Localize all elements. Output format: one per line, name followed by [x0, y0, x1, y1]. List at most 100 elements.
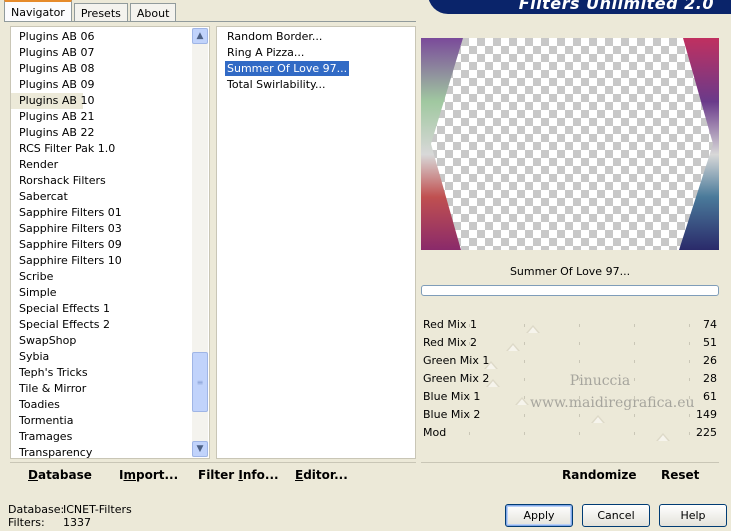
slider-tick: [579, 342, 580, 345]
category-item[interactable]: Teph's Tricks: [11, 365, 193, 381]
slider-track[interactable]: [469, 414, 690, 423]
slider-tick: [524, 342, 525, 345]
slider-tick: [634, 342, 635, 345]
app-title: Filters Unlimited 2.0: [518, 0, 714, 13]
slider-tick: [579, 432, 580, 435]
category-item[interactable]: Sapphire Filters 01: [11, 205, 193, 221]
randomize-button[interactable]: Randomize: [562, 466, 636, 484]
category-item[interactable]: Sapphire Filters 09: [11, 237, 193, 253]
slider-tick: [469, 432, 470, 435]
filter-item[interactable]: Random Border...: [217, 29, 349, 45]
slider-track[interactable]: [469, 324, 690, 333]
slider-track[interactable]: [469, 396, 690, 405]
slider-tick: [634, 324, 635, 327]
slider-row: Green Mix 2 28: [421, 370, 719, 388]
slider-tick: [689, 396, 690, 399]
scroll-thumb[interactable]: ≡: [192, 352, 208, 412]
category-item[interactable]: Plugins AB 06: [11, 29, 193, 45]
slider-tick: [469, 342, 470, 345]
category-item[interactable]: Simple: [11, 285, 193, 301]
left-toolbar: Database Import... Filter Info... Editor…: [10, 462, 416, 486]
tab-divider: [4, 21, 416, 22]
slider-thumb[interactable]: [484, 361, 499, 369]
slider-value: 51: [703, 336, 717, 349]
import-label: port...: [135, 468, 179, 482]
slider-tick: [469, 378, 470, 381]
progress-bar: [421, 285, 719, 296]
database-status-label: Database:: [8, 503, 65, 516]
category-item[interactable]: Rorshack Filters: [11, 173, 193, 189]
database-button[interactable]: Database: [28, 466, 92, 484]
tab-about[interactable]: About: [129, 3, 177, 22]
category-item[interactable]: Plugins AB 21: [11, 109, 193, 125]
preview-filter-name: Summer Of Love 97...: [509, 265, 631, 278]
category-item[interactable]: Transparency: [11, 445, 193, 458]
filter-info-button[interactable]: Filter Info...: [198, 466, 279, 484]
tab-presets[interactable]: Presets: [73, 3, 128, 22]
category-item[interactable]: Scribe: [11, 269, 193, 285]
category-item[interactable]: Render: [11, 157, 193, 173]
help-button[interactable]: Help: [659, 504, 727, 527]
category-item[interactable]: SwapShop: [11, 333, 193, 349]
category-item[interactable]: Tormentia: [11, 413, 193, 429]
slider-track[interactable]: [469, 342, 690, 351]
category-scrollbar[interactable]: ▲ ≡ ▼: [192, 28, 208, 457]
category-item[interactable]: Tile & Mirror: [11, 381, 193, 397]
slider-value: 149: [696, 408, 717, 421]
slider-tick: [524, 414, 525, 417]
slider-row: Mod 225: [421, 424, 719, 442]
editor-accel: E: [295, 468, 304, 482]
slider-thumb[interactable]: [656, 433, 671, 441]
slider-tick: [689, 342, 690, 345]
slider-track[interactable]: [469, 360, 690, 369]
slider-track[interactable]: [469, 378, 690, 387]
category-item[interactable]: Plugins AB 09: [11, 77, 193, 93]
slider-value: 225: [696, 426, 717, 439]
filter-item[interactable]: Summer Of Love 97...: [217, 61, 350, 77]
category-list[interactable]: Plugins AB 06 Plugins AB 07 Plugins AB 08 P…: [10, 26, 210, 459]
slider-thumb[interactable]: [514, 397, 529, 405]
arrow-down-icon: ▼: [196, 444, 204, 454]
filter-list[interactable]: Random Border... Ring A Pizza... Summer Of…: [216, 26, 416, 459]
filter-item[interactable]: Total Swirlability...: [217, 77, 349, 93]
slider-track[interactable]: [469, 432, 690, 441]
tab-navigator[interactable]: Navigator: [4, 0, 72, 22]
slider-row: Red Mix 1 74: [421, 316, 719, 334]
category-item[interactable]: Sybia: [11, 349, 193, 365]
slider-tick: [634, 414, 635, 417]
category-item[interactable]: Plugins AB 07: [11, 45, 193, 61]
category-item[interactable]: Sabercat: [11, 189, 193, 205]
slider-tick: [689, 360, 690, 363]
slider-thumb[interactable]: [590, 415, 605, 423]
category-item[interactable]: RCS Filter Pak 1.0: [11, 141, 193, 157]
slider-tick: [579, 396, 580, 399]
slider-thumb[interactable]: [486, 379, 501, 387]
slider-thumb[interactable]: [506, 343, 520, 351]
category-item[interactable]: Special Effects 2: [11, 317, 193, 333]
status-area: Database:ICNET-Filters Filters: 1337: [8, 503, 132, 529]
category-item[interactable]: Tramages: [11, 429, 193, 445]
right-toolbar: Randomize Reset: [421, 462, 719, 486]
category-item[interactable]: Plugins AB 08: [11, 61, 193, 77]
filter-info-label: nfo...: [242, 468, 279, 482]
slider-tick: [469, 324, 470, 327]
filter-item-label: Random Border...: [227, 30, 323, 43]
import-button[interactable]: Import...: [119, 466, 178, 484]
apply-button[interactable]: Apply: [505, 504, 573, 527]
category-item[interactable]: Plugins AB 10: [11, 93, 94, 109]
reset-button[interactable]: Reset: [661, 466, 699, 484]
category-item[interactable]: Sapphire Filters 10: [11, 253, 193, 269]
database-label: atabase: [37, 468, 92, 482]
category-item[interactable]: Toadies: [11, 397, 193, 413]
slider-row: Red Mix 2 51: [421, 334, 719, 352]
editor-button[interactable]: Editor...: [295, 466, 348, 484]
category-item[interactable]: Plugins AB 22: [11, 125, 193, 141]
filter-item[interactable]: Ring A Pizza...: [217, 45, 349, 61]
scroll-down-button[interactable]: ▼: [192, 441, 208, 457]
slider-tick: [524, 360, 525, 363]
cancel-button[interactable]: Cancel: [582, 504, 650, 527]
category-item[interactable]: Special Effects 1: [11, 301, 193, 317]
slider-thumb[interactable]: [525, 325, 540, 333]
scroll-up-button[interactable]: ▲: [192, 28, 208, 44]
category-item[interactable]: Sapphire Filters 03: [11, 221, 193, 237]
